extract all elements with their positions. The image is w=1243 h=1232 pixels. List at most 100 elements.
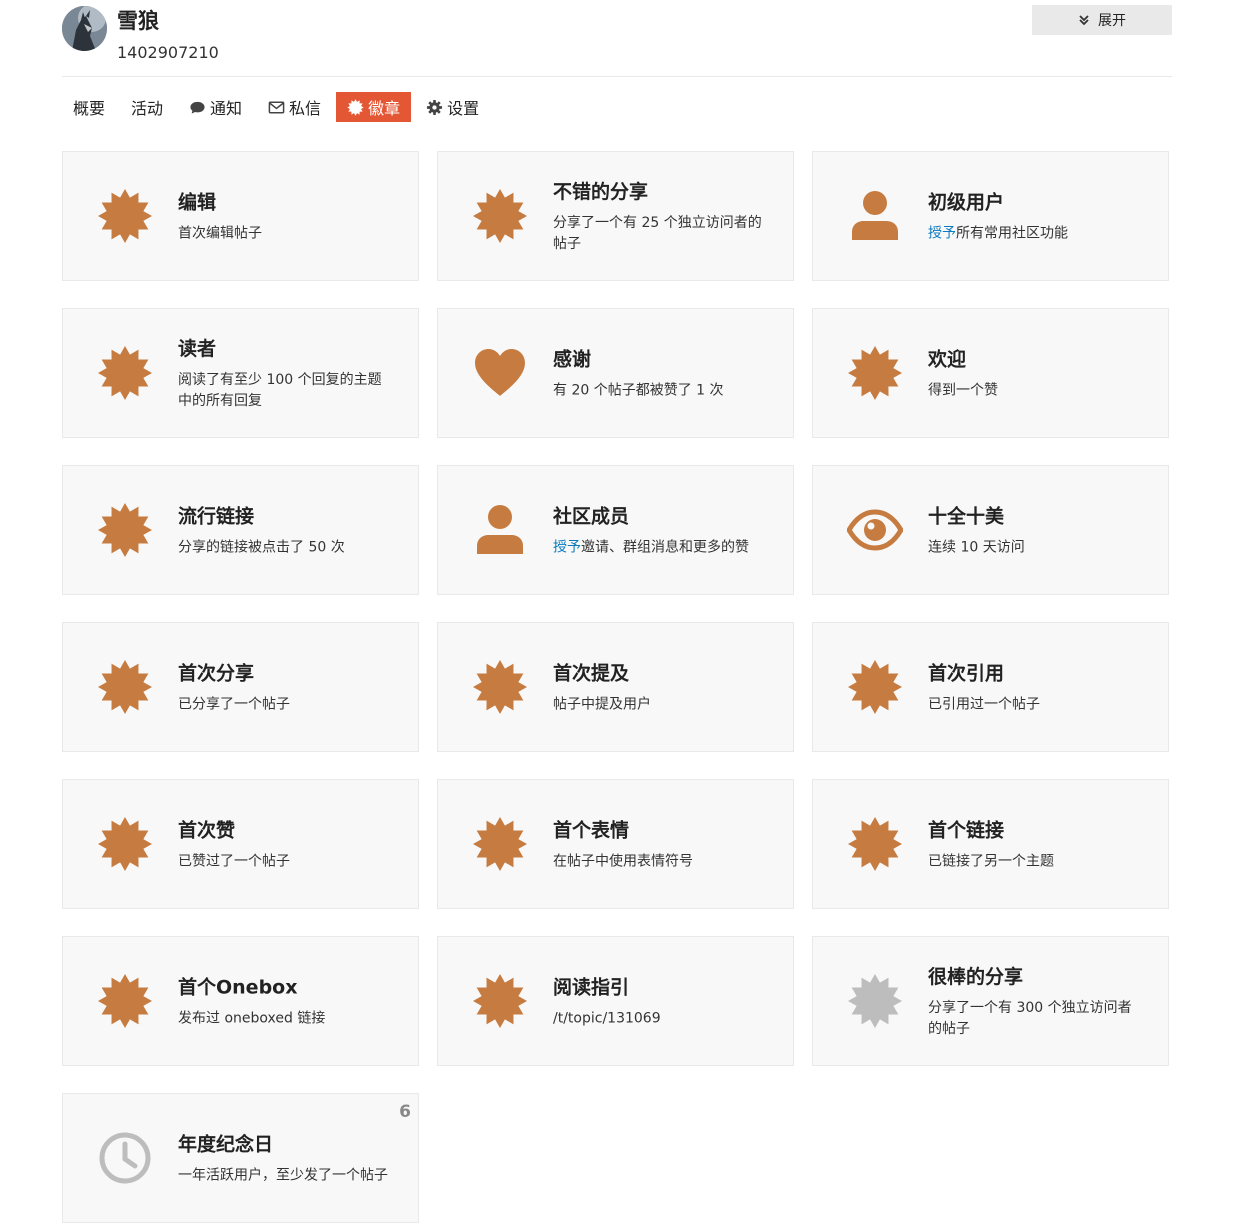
badge-grant-link[interactable]: 授予 [928,226,956,242]
badge-card[interactable]: 感谢有 20 个帖子都被赞了 1 次 [437,308,794,438]
badge-description: 首次编辑帖子 [178,224,388,245]
badge-description: 分享了一个有 25 个独立访问者的帖子 [553,213,763,255]
badge-description: 授予邀请、群组消息和更多的赞 [553,538,763,559]
badge-title: 阅读指引 [553,976,630,999]
badge-description: 在帖子中使用表情符号 [553,852,763,873]
badge-description-text: 已链接了另一个主题 [928,853,1054,870]
badge-text: 不错的分享分享了一个有 25 个独立访问者的帖子 [553,177,763,255]
badge-description: 帖子中提及用户 [553,695,763,716]
badge-grid: 编辑 首次编辑帖子 不错的分享分享了一个有 25 个独立访问者的帖子 初级用户 授予所有… [62,151,1170,1223]
badge-description-text: 阅读了有至少 100 个回复的主题中的所有回复 [178,372,382,409]
tab-messages[interactable]: 私信 [257,92,332,122]
badge-text: 社区成员 授予邀请、群组消息和更多的赞 [553,502,763,559]
badge-icon-wrap [97,188,153,244]
badge-description: 已分享了一个帖子 [178,695,388,716]
tab-messages-label: 私信 [289,99,322,118]
badge-card[interactable]: 首个链接已链接了另一个主题 [812,779,1169,909]
badge-card[interactable]: 首个表情在帖子中使用表情符号 [437,779,794,909]
badge-card[interactable]: 阅读指引/t/topic/131069 [437,936,794,1066]
badge-icon-wrap [472,502,528,558]
badge-card[interactable]: 很棒的分享 分享了一个有 300 个独立访问者的帖子 [812,936,1169,1066]
badge-description: 阅读了有至少 100 个回复的主题中的所有回复 [178,370,388,412]
badge-description-text: 已分享了一个帖子 [178,696,290,713]
badge-card[interactable]: 首次赞 已赞过了一个帖子 [62,779,419,909]
badge-description-text: 所有常用社区功能 [956,225,1068,242]
certificate-icon [98,974,152,1028]
badge-title: 感谢 [553,348,592,371]
badge-text: 初级用户 授予所有常用社区功能 [928,188,1138,245]
badge-card[interactable]: 首次分享已分享了一个帖子 [62,622,419,752]
user-icon [477,505,523,554]
tab-activity[interactable]: 活动 [120,92,174,122]
certificate-icon [848,660,902,714]
tab-settings-label: 设置 [447,99,480,118]
badge-title: 首次分享 [178,662,255,685]
badge-title: 不错的分享 [553,181,649,203]
certificate-icon [98,346,152,400]
badge-icon-wrap [97,816,153,872]
badge-description-text: 帖子中提及用户 [553,696,651,713]
tab-badges[interactable]: 徽章 [336,92,412,122]
badge-description-text: 发布过 oneboxed 链接 [178,1010,326,1027]
badge-icon-wrap [472,345,528,401]
badge-card[interactable]: 首次引用 已引用过一个帖子 [812,622,1169,752]
badge-text: 首次引用 已引用过一个帖子 [928,659,1138,716]
badge-card[interactable]: 年度纪念日 一年活跃用户，至少发了一个帖子 6 [62,1093,419,1223]
badge-title: 首个链接 [928,819,1005,842]
badge-card[interactable]: 首次提及 帖子中提及用户 [437,622,794,752]
badge-text: 首次提及 帖子中提及用户 [553,659,763,716]
badge-description-text: /t/topic/131069 [553,1010,661,1027]
badge-card[interactable]: 读者 阅读了有至少 100 个回复的主题中的所有回复 [62,308,419,438]
tab-summary[interactable]: 概要 [62,92,116,122]
badge-text: 十全十美连续 10 天访问 [928,502,1138,559]
tab-settings[interactable]: 设置 [415,92,490,122]
badge-card[interactable]: 流行链接 分享的链接被点击了 50 次 [62,465,419,595]
badge-description: 授予所有常用社区功能 [928,224,1138,245]
badge-text: 感谢有 20 个帖子都被赞了 1 次 [553,345,763,402]
user-header: 雪狼 1402907210 展开 [62,0,1172,77]
badge-text: 读者 阅读了有至少 100 个回复的主题中的所有回复 [178,334,388,412]
tab-activity-label: 活动 [131,99,164,118]
user-id: 1402907210 [117,43,219,62]
badge-card[interactable]: 不错的分享分享了一个有 25 个独立访问者的帖子 [437,151,794,281]
badge-icon-wrap [97,659,153,715]
tab-summary-label: 概要 [73,99,106,118]
certificate-icon [848,346,902,400]
username: 雪狼 [117,9,159,33]
badge-description-text: 有 20 个帖子都被赞了 1 次 [553,382,724,399]
badge-icon-wrap [847,502,903,558]
tab-notifications[interactable]: 通知 [178,92,253,122]
badge-card[interactable]: 社区成员 授予邀请、群组消息和更多的赞 [437,465,794,595]
badge-description-text: 已赞过了一个帖子 [178,853,290,870]
badge-text: 编辑 首次编辑帖子 [178,188,388,245]
badge-description: 得到一个赞 [928,381,1138,402]
expand-button[interactable]: 展开 [1032,5,1172,35]
badge-title: 首次引用 [928,662,1005,685]
badge-card[interactable]: 初级用户 授予所有常用社区功能 [812,151,1169,281]
badge-title: 十全十美 [928,505,1005,528]
badge-title: 首个表情 [553,819,630,842]
badge-icon-wrap [847,188,903,244]
badge-description-text: 连续 10 天访问 [928,539,1025,556]
badge-text: 年度纪念日 一年活跃用户，至少发了一个帖子 [178,1130,388,1187]
wolf-avatar-image [62,6,107,51]
certificate-icon [98,189,152,243]
badge-description: 发布过 oneboxed 链接 [178,1009,388,1030]
badge-title: 年度纪念日 [178,1133,274,1156]
badge-text: 首次赞 已赞过了一个帖子 [178,816,388,873]
badge-card[interactable]: 首个Onebox 发布过 oneboxed 链接 [62,936,419,1066]
badge-card[interactable]: 欢迎 得到一个赞 [812,308,1169,438]
badge-card[interactable]: 十全十美连续 10 天访问 [812,465,1169,595]
badge-icon-wrap [472,188,528,244]
badge-icon-wrap [472,816,528,872]
certificate-icon [473,189,527,243]
badge-icon-wrap [97,1130,153,1186]
badge-icon-wrap [472,659,528,715]
badge-description: 有 20 个帖子都被赞了 1 次 [553,381,763,402]
badge-grant-link[interactable]: 授予 [553,540,581,556]
badge-description: 已赞过了一个帖子 [178,852,388,873]
eye-icon [847,509,903,551]
badge-count: 6 [399,1102,411,1122]
badge-card[interactable]: 编辑 首次编辑帖子 [62,151,419,281]
avatar[interactable] [62,6,107,51]
